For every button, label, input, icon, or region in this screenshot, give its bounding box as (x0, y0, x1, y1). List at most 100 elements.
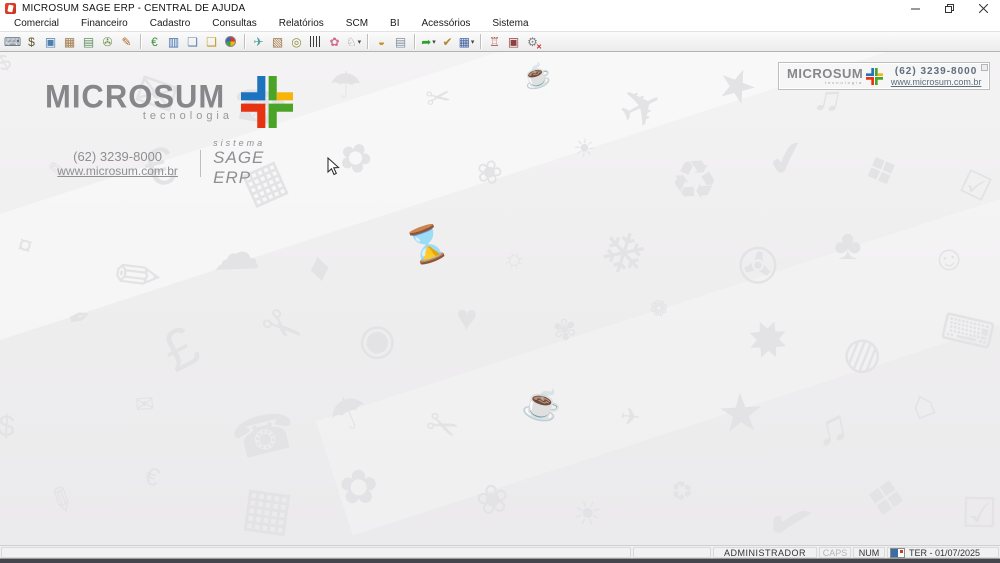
calculator-book-icon[interactable]: ▦ ▾ (458, 33, 475, 50)
globe-icon[interactable] (222, 33, 239, 50)
leaf-money-icon[interactable]: € (146, 33, 163, 50)
watermark-glyph: ❖ (857, 144, 907, 200)
toolbar-separator (367, 34, 368, 49)
watermark-glyph: ✿ (338, 459, 379, 514)
watermark-glyph: ¤ (14, 228, 37, 262)
menu-bi[interactable]: BI (379, 18, 410, 29)
globe-icon (225, 36, 236, 47)
watermark-glyph: ❀ (472, 151, 507, 193)
notepad-icon[interactable]: ✎ (118, 33, 135, 50)
infobox-corner-button[interactable] (981, 64, 988, 71)
gear-remove-icon[interactable]: ⚙ ✕ (524, 33, 542, 52)
watermark-glyph: ☁ (211, 226, 261, 281)
watermark-glyph: ✂ (423, 80, 454, 117)
watermark-glyph: ☕ (519, 382, 566, 427)
titlebar: MICROSUM SAGE ERP - CENTRAL DE AJUDA (0, 0, 1000, 16)
watermark-glyph: ❁ (646, 293, 672, 324)
barcode-icon[interactable] (307, 33, 324, 50)
monitor-alert-icon[interactable]: ▣ (505, 33, 522, 50)
badge-icon: ✕ (536, 44, 542, 51)
system-name: SAGE ERP (213, 148, 265, 187)
watermark-glyph: ✂ (418, 401, 466, 453)
chart-icon[interactable]: ▥ (165, 33, 182, 50)
status-user: ADMINISTRADOR (713, 547, 817, 558)
window-title: MICROSUM SAGE ERP - CENTRAL DE AJUDA (22, 2, 246, 14)
watermark-glyph: ✈ (618, 403, 642, 432)
watermark-glyph: ☑ (960, 489, 999, 537)
watermark-glyph: ✸ (736, 305, 800, 376)
scale-device-icon[interactable]: ✇ (99, 33, 116, 50)
menu-consultas[interactable]: Consultas (201, 18, 267, 29)
watermark-glyph: ♻ (664, 472, 699, 510)
dropdown-arrow-icon[interactable]: ▾ (358, 38, 362, 46)
main-area: $ ✉ ☎ ☂ ✂ ☕ ✈ ★ ♫ ⌂ ✎ € ▦ ✿ ❀ ☀ ♻ ✔ ❖ ☑ ¤ ✏ ☁ ♦ ⌛ ☼ ❄ ✇ ♣ ☺ ✒ £ ✁ ◉ ♥ ✾ ❁ ✸ ◍ ⌨… (0, 52, 1000, 545)
dropdown-arrow-icon[interactable]: ▾ (432, 38, 436, 46)
toolbar-separator (140, 34, 141, 49)
watermark-glyph: ☂ (320, 382, 378, 445)
menu-acessórios[interactable]: Acessórios (410, 18, 481, 29)
box-icon[interactable]: ▧ (269, 33, 286, 50)
menubar: Comercial Financeiro Cadastro Consultas Rela… (0, 16, 1000, 31)
menu-financeiro[interactable]: Financeiro (70, 18, 139, 29)
menu-scm[interactable]: SCM (335, 18, 379, 29)
menu-comercial[interactable]: Comercial (3, 18, 70, 29)
edit-check-icon[interactable]: ✔ (439, 33, 456, 50)
plus-logo-icon (866, 67, 884, 85)
window-controls (898, 0, 1000, 16)
infobox-website-link[interactable]: www.microsum.com.br (889, 77, 983, 87)
package-icon[interactable]: ▦ (61, 33, 78, 50)
dropdown-arrow-icon[interactable]: ▾ (471, 38, 475, 46)
watermark-glyph: ▦ (238, 475, 297, 543)
clipboard-icon[interactable]: ▤ (392, 33, 409, 50)
watermark-glyph: ☺ (928, 236, 970, 281)
watermark-glyph: ✎ (41, 477, 82, 523)
menu-cadastro[interactable]: Cadastro (139, 18, 202, 29)
money-bag-icon[interactable]: $ (23, 33, 40, 50)
copy-documents-icon[interactable]: ❏ (184, 33, 201, 50)
watermark-glyph: ✾ (551, 313, 580, 349)
watermark-glyph: ✉ (133, 390, 156, 418)
watermark-glyph: ✒ (63, 299, 96, 336)
brand-website-link[interactable]: www.microsum.com.br (45, 164, 190, 178)
watermark-glyph: £ (151, 313, 210, 385)
watermark-glyph: ✿ (331, 132, 379, 185)
pc-sale-icon[interactable]: ▣ (42, 33, 59, 50)
watermark-glyph: ♣ (834, 221, 862, 268)
brand-logo: MICROSUM tecnologia (62) 3239-8000 www.m… (45, 76, 305, 188)
watermark-glyph: ✔ (758, 485, 823, 545)
toolbar-separator (244, 34, 245, 49)
close-button[interactable] (966, 0, 1000, 16)
menu-relatórios[interactable]: Relatórios (268, 18, 335, 29)
basket-icon[interactable]: ◒ (373, 33, 390, 50)
restore-icon (944, 3, 954, 13)
toolbar: ⌨ $ ▣ ▦ ▤ ✇ ✎ € ▥ ❏ ❑ ✈ ▧ ◎ ✿ ♘ ▾ ◒ ▤ ➦ ▾ ✔ ▦ ▾ ♖ ▣ ⚙ ✕ (0, 31, 1000, 52)
minimize-icon (910, 8, 920, 9)
watermark-glyph: ☀ (567, 491, 608, 536)
watermark-glyph: ⌂ (904, 380, 942, 429)
status-date-text: TER - 01/07/2025 (909, 547, 981, 558)
watermark-glyph: ◉ (354, 312, 401, 368)
money-transfer-icon[interactable]: ❑ (203, 33, 220, 50)
maximize-button[interactable] (932, 0, 966, 16)
bottom-strip (0, 558, 1000, 563)
watermark-glyph: ☀ (571, 134, 597, 164)
watermark-glyph: ✁ (253, 293, 313, 361)
cabinet-icon[interactable]: ▤ (80, 33, 97, 50)
pos-terminal-icon[interactable]: ⌨ (4, 33, 21, 50)
search-price-icon[interactable]: ◎ (288, 33, 305, 50)
minimize-button[interactable] (898, 0, 932, 16)
status-empty-panel (633, 547, 711, 558)
forward-arrow-icon[interactable]: ➦ ▾ (420, 33, 437, 50)
freight-icon[interactable]: ♖ (486, 33, 503, 50)
watermark-glyph: $ (0, 409, 16, 444)
toolbar-separator (414, 34, 415, 49)
dove-icon[interactable]: ✈ (250, 33, 267, 50)
rabbit-icon[interactable]: ♘ ▾ (345, 33, 362, 50)
watermark-glyph: ⌨ (937, 305, 999, 358)
caps-indicator: CAPS (819, 547, 851, 558)
menu-sistema[interactable]: Sistema (481, 18, 539, 29)
flowers-icon[interactable]: ✿ (326, 33, 343, 50)
watermark-glyph: ☕ (519, 59, 555, 93)
watermark-glyph: ❖ (859, 469, 912, 530)
watermark-glyph: $ (0, 52, 16, 77)
